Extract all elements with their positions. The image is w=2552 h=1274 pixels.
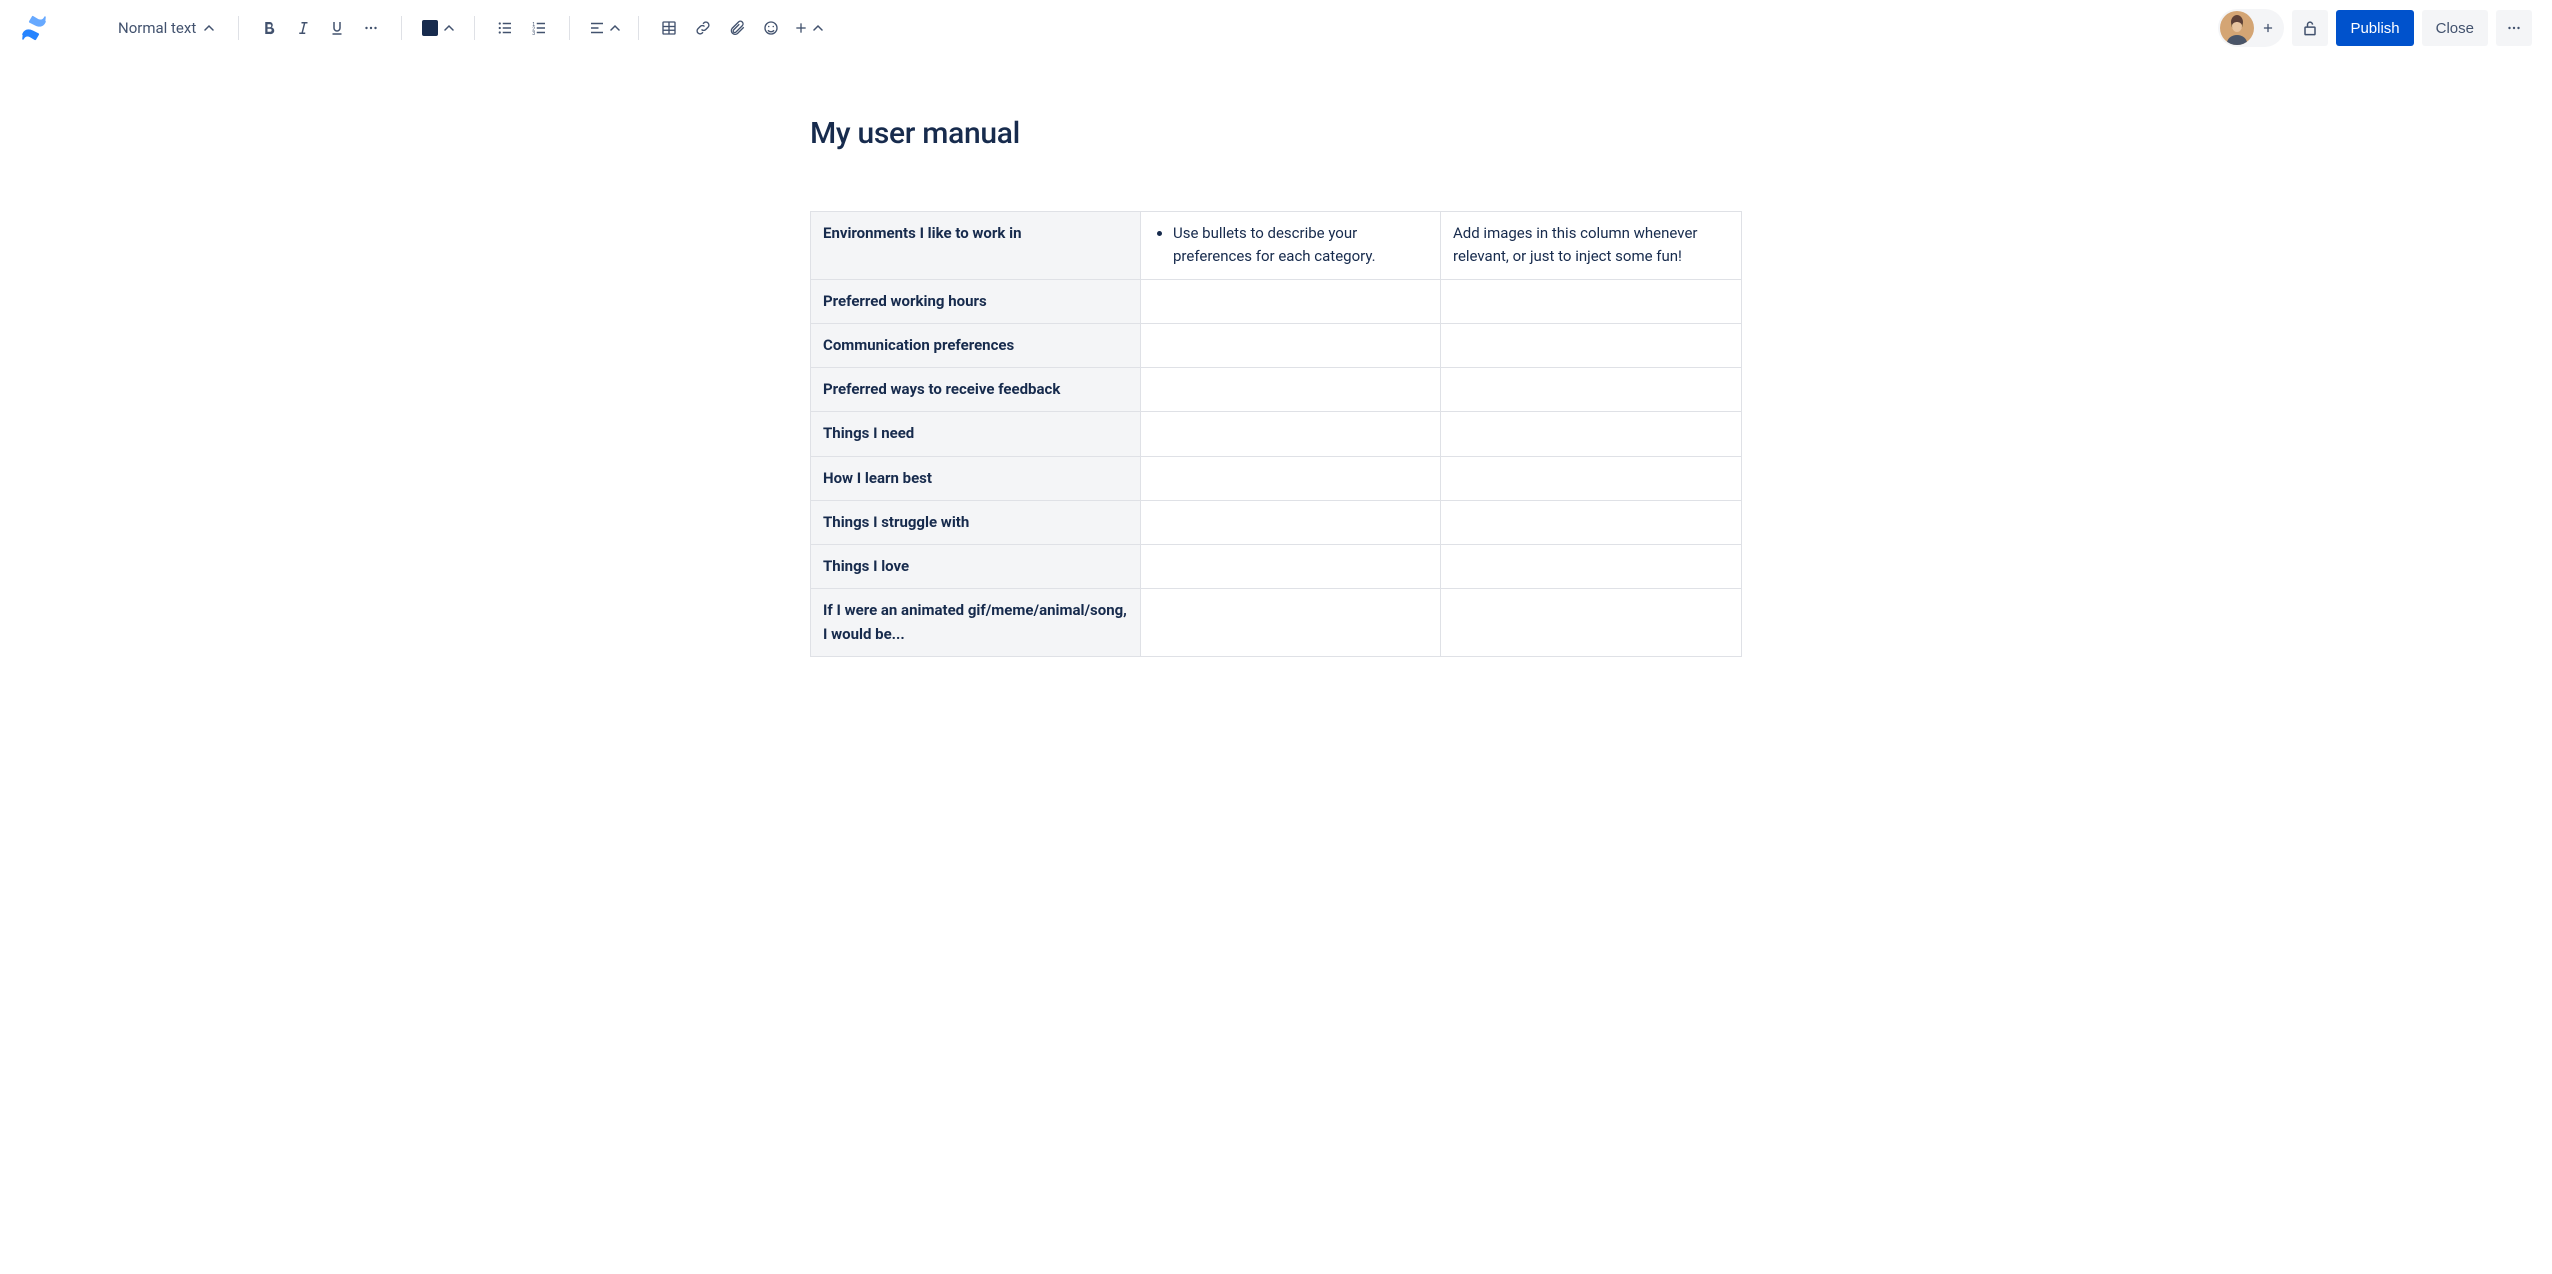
chevron-up-icon xyxy=(204,23,214,33)
row-label-cell[interactable]: How I learn best xyxy=(811,456,1141,500)
row-note-cell[interactable] xyxy=(1441,323,1742,367)
row-label-cell[interactable]: Preferred ways to receive feedback xyxy=(811,368,1141,412)
user-manual-table[interactable]: Environments I like to work in Use bullet… xyxy=(810,211,1742,657)
table-row: If I were an animated gif/meme/animal/so… xyxy=(811,589,1742,657)
insert-button[interactable] xyxy=(789,12,827,44)
attachment-button[interactable] xyxy=(721,12,753,44)
add-collaborator-button[interactable] xyxy=(2254,14,2282,42)
row-content-cell[interactable] xyxy=(1141,323,1441,367)
row-content-cell[interactable] xyxy=(1141,368,1441,412)
row-label-cell[interactable]: Things I struggle with xyxy=(811,500,1141,544)
user-avatar[interactable] xyxy=(2220,11,2254,45)
row-note-cell[interactable] xyxy=(1441,368,1742,412)
row-note-cell[interactable] xyxy=(1441,545,1742,589)
table-row: Preferred working hours xyxy=(811,279,1742,323)
row-note-cell[interactable] xyxy=(1441,589,1742,657)
toolbar-separator xyxy=(474,16,475,40)
row-note-cell[interactable]: Add images in this column whenever relev… xyxy=(1441,212,1742,280)
row-note-cell[interactable] xyxy=(1441,412,1742,456)
row-content-cell[interactable]: Use bullets to describe your preferences… xyxy=(1141,212,1441,280)
more-formatting-button[interactable] xyxy=(355,12,387,44)
row-label-cell[interactable]: Environments I like to work in xyxy=(811,212,1141,280)
more-actions-button[interactable] xyxy=(2496,10,2532,46)
chevron-up-icon xyxy=(813,23,823,33)
svg-text:3: 3 xyxy=(532,31,535,37)
table-row: Things I love xyxy=(811,545,1742,589)
row-note-cell[interactable] xyxy=(1441,456,1742,500)
row-note-cell[interactable] xyxy=(1441,500,1742,544)
row-label-cell[interactable]: If I were an animated gif/meme/animal/so… xyxy=(811,589,1141,657)
color-swatch-icon xyxy=(422,20,438,36)
row-content-cell[interactable] xyxy=(1141,500,1441,544)
table-row: Things I need xyxy=(811,412,1742,456)
row-note-cell[interactable] xyxy=(1441,279,1742,323)
underline-button[interactable] xyxy=(321,12,353,44)
editor-toolbar: Normal text 123 xyxy=(0,0,2552,56)
row-content-cell[interactable] xyxy=(1141,589,1441,657)
row-label-cell[interactable]: Preferred working hours xyxy=(811,279,1141,323)
text-style-label: Normal text xyxy=(118,19,196,37)
table-button[interactable] xyxy=(653,12,685,44)
row-content-cell[interactable] xyxy=(1141,279,1441,323)
emoji-button[interactable] xyxy=(755,12,787,44)
numbered-list-button[interactable]: 123 xyxy=(523,12,555,44)
toolbar-separator xyxy=(569,16,570,40)
restrictions-button[interactable] xyxy=(2292,10,2328,46)
chevron-up-icon xyxy=(610,23,620,33)
collaborators xyxy=(2218,9,2284,47)
italic-button[interactable] xyxy=(287,12,319,44)
text-style-dropdown[interactable]: Normal text xyxy=(112,12,224,44)
toolbar-separator xyxy=(401,16,402,40)
table-row: Preferred ways to receive feedback xyxy=(811,368,1742,412)
page-content: My user manual Environments I like to wo… xyxy=(806,116,1746,657)
table-row: Environments I like to work in Use bullet… xyxy=(811,212,1742,280)
list-item: Use bullets to describe your preferences… xyxy=(1173,222,1428,269)
table-row: Things I struggle with xyxy=(811,500,1742,544)
link-button[interactable] xyxy=(687,12,719,44)
table-row: Communication preferences xyxy=(811,323,1742,367)
table-row: How I learn best xyxy=(811,456,1742,500)
bullet-list-button[interactable] xyxy=(489,12,521,44)
row-label-cell[interactable]: Things I love xyxy=(811,545,1141,589)
page-title[interactable]: My user manual xyxy=(810,116,1742,151)
close-button[interactable]: Close xyxy=(2422,10,2488,46)
row-content-cell[interactable] xyxy=(1141,545,1441,589)
row-label-cell[interactable]: Things I need xyxy=(811,412,1141,456)
row-content-cell[interactable] xyxy=(1141,456,1441,500)
bold-button[interactable] xyxy=(253,12,285,44)
toolbar-separator xyxy=(238,16,239,40)
chevron-up-icon xyxy=(444,23,454,33)
text-color-button[interactable] xyxy=(416,12,460,44)
toolbar-separator xyxy=(638,16,639,40)
confluence-logo-icon xyxy=(20,14,48,42)
row-content-cell[interactable] xyxy=(1141,412,1441,456)
row-label-cell[interactable]: Communication preferences xyxy=(811,323,1141,367)
publish-button[interactable]: Publish xyxy=(2336,10,2413,46)
alignment-button[interactable] xyxy=(584,12,624,44)
